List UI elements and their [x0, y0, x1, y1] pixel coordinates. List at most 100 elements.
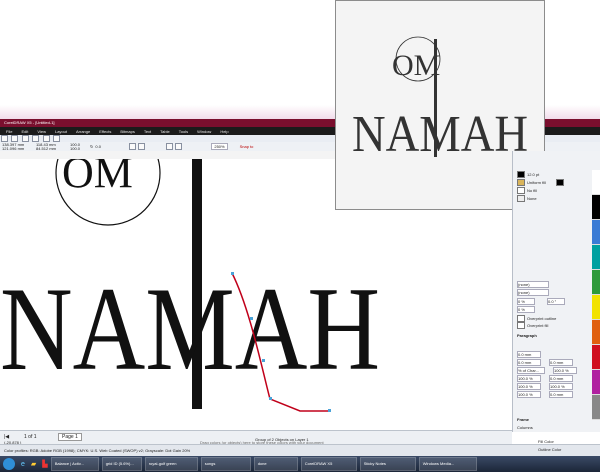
color-profiles-text: Color profiles: RGB: Adobe RGB (1998); C… [4, 448, 191, 453]
os-taskbar: e ▰ ▙ Balance | Activ... grid ID (5.6%).… [0, 456, 600, 472]
selection-info: Group of 2 Objects on Layer 1 [255, 437, 309, 442]
palette-swatch[interactable] [592, 345, 600, 370]
preview-om-text: OM [392, 49, 440, 82]
menu-edit[interactable]: Edit [21, 129, 28, 134]
y-position-field[interactable]: 121.096 mm [2, 146, 32, 151]
spacing-field-2[interactable]: 0.0 ° [547, 298, 565, 305]
outline-color-label: Outline Color [538, 447, 562, 452]
save-icon[interactable] [21, 135, 29, 142]
menu-bitmaps[interactable]: Bitmaps [120, 129, 134, 134]
fill-color-swatch[interactable] [555, 179, 564, 186]
mirror-v-icon[interactable] [138, 143, 146, 150]
palette-swatch[interactable] [592, 245, 600, 270]
menu-text[interactable]: Text [144, 129, 151, 134]
taskbar-item[interactable]: Balance | Activ... [50, 457, 99, 471]
node-handle[interactable] [231, 272, 234, 275]
window-title: CorelDRAW X5 - [Untitled-1] [4, 120, 55, 125]
new-document-icon[interactable] [1, 135, 8, 142]
para-field-5[interactable]: 0.0 mm [549, 391, 573, 398]
snap-to-dropdown[interactable]: Snap to [240, 144, 254, 149]
ie-icon[interactable]: e [21, 461, 25, 468]
menu-effects[interactable]: Effects [99, 129, 111, 134]
zoom-level-dropdown[interactable]: 250% [211, 143, 228, 150]
fill-color-label: Fill Color [538, 439, 554, 444]
palette-swatch[interactable] [592, 370, 600, 395]
taskbar-item[interactable]: CorelDRAW X5 [300, 457, 357, 471]
frame-section-header[interactable]: Frame [517, 417, 529, 422]
taskbar-item[interactable]: Windows Media... [418, 457, 477, 471]
undo-icon[interactable] [42, 135, 50, 142]
para-field-7[interactable]: 100.0 % [517, 375, 541, 382]
redo-icon[interactable] [52, 135, 60, 142]
color-palette[interactable] [592, 170, 600, 420]
taskbar-item[interactable]: grid ID (5.6%)... [101, 457, 142, 471]
menu-window[interactable]: Window [197, 129, 211, 134]
para-field-2[interactable]: 0.0 mm [517, 359, 541, 366]
palette-swatch[interactable] [592, 195, 600, 220]
palette-swatch[interactable] [592, 320, 600, 345]
menu-help[interactable]: Help [220, 129, 228, 134]
no-fill-icon [517, 187, 525, 194]
para-field-4[interactable]: 0.0 mm [549, 375, 573, 382]
menu-file[interactable]: File [6, 129, 12, 134]
combo-none-1[interactable]: (none) [517, 281, 549, 288]
menu-layout[interactable]: Layout [55, 129, 67, 134]
preview-tall-stroke [434, 39, 437, 157]
angle-field[interactable]: 0.0 [95, 144, 109, 149]
node-handle[interactable] [328, 409, 331, 412]
paragraph-section-header[interactable]: Paragraph [517, 333, 537, 338]
para-field-10[interactable]: 100.0 % [517, 391, 541, 398]
namah-text: NAMAH [0, 262, 380, 395]
taskbar-item[interactable]: Sticky Notes [359, 457, 416, 471]
overprint-fill-label: Overprint fill [527, 323, 549, 328]
outline-color-swatch[interactable] [517, 171, 525, 178]
menu-view[interactable]: View [37, 129, 46, 134]
height-field[interactable]: 84.512 mm [36, 146, 66, 151]
folder-icon[interactable]: ▰ [31, 460, 36, 468]
combo-none-2[interactable]: (none) [517, 289, 549, 296]
taskbar-item[interactable]: done [253, 457, 298, 471]
para-field-8[interactable]: 100.0 % [517, 383, 541, 390]
taskbar-item[interactable]: songs [200, 457, 251, 471]
outline-style-dropdown[interactable]: None [527, 196, 537, 201]
group-icon[interactable] [166, 143, 174, 150]
palette-swatch[interactable] [592, 270, 600, 295]
outline-width-field[interactable]: 12.0 pt [527, 172, 539, 177]
pct-of-char-dropdown[interactable]: % of Char... [517, 367, 545, 374]
columns-label: Columns [517, 425, 533, 430]
palette-swatch[interactable] [592, 220, 600, 245]
menu-tools[interactable]: Tools [179, 129, 188, 134]
para-field-3[interactable]: 0.0 mm [549, 359, 573, 366]
node-handle[interactable] [269, 397, 272, 400]
print-icon[interactable] [32, 135, 40, 142]
para-field-9[interactable]: 100.0 % [549, 383, 573, 390]
palette-swatch[interactable] [592, 395, 600, 420]
overprint-outline-checkbox[interactable] [517, 315, 525, 322]
fill-type-dropdown[interactable]: Uniform fill [527, 180, 546, 185]
ungroup-icon[interactable] [175, 143, 183, 150]
page-count: 1 of 1 [24, 434, 37, 440]
mirror-h-icon[interactable] [129, 143, 137, 150]
no-fill-dropdown[interactable]: No fill [527, 188, 537, 193]
om-text: OM [62, 159, 133, 197]
filezilla-icon[interactable]: ▙ [42, 460, 47, 468]
outline-style-icon [517, 195, 525, 202]
menu-arrange[interactable]: Arrange [76, 129, 90, 134]
node-handle[interactable] [250, 317, 253, 320]
open-icon[interactable] [11, 135, 19, 142]
taskbar-item[interactable]: royal-golf green [144, 457, 198, 471]
overprint-fill-checkbox[interactable] [517, 322, 525, 329]
para-field-6[interactable]: 100.0 % [553, 367, 577, 374]
spacing-field-3[interactable]: 0 % [517, 306, 535, 313]
start-icon[interactable] [3, 458, 15, 470]
page-tab[interactable]: Page 1 [58, 433, 82, 441]
scale-y-field[interactable]: 100.0 [70, 146, 84, 151]
node-handle[interactable] [262, 359, 265, 362]
spacing-field-1[interactable]: 0 % [517, 298, 535, 305]
palette-swatch[interactable] [592, 295, 600, 320]
preview-namah-text: NAMAH [352, 106, 528, 163]
para-field-1[interactable]: 0.0 mm [517, 351, 541, 358]
menu-table[interactable]: Table [160, 129, 170, 134]
overprint-outline-label: Overprint outline [527, 316, 557, 321]
palette-swatch[interactable] [592, 170, 600, 195]
